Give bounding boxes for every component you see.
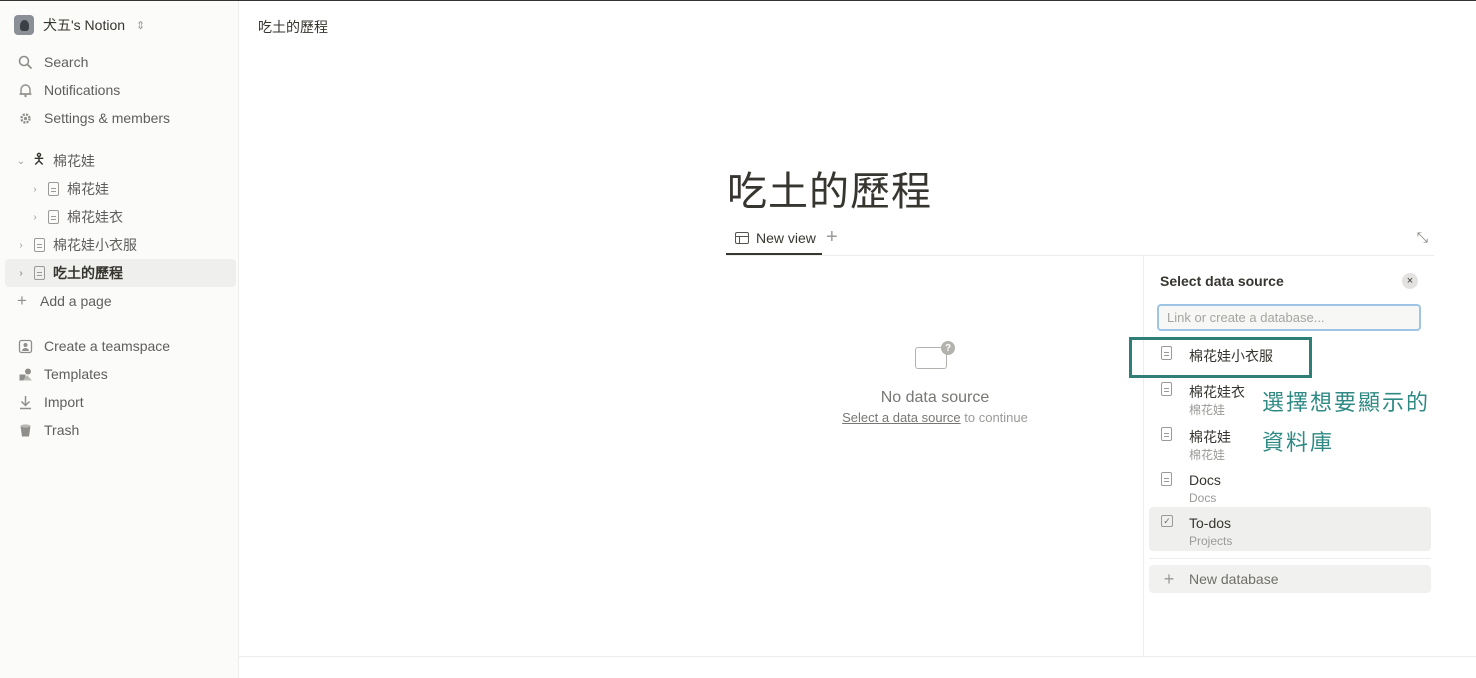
expand-icon[interactable]: ⤡ [1417, 229, 1428, 246]
annotation-line: 選擇想要顯示的 [1262, 390, 1431, 415]
page-icon [42, 178, 64, 200]
sidebar: 犬五's Notion ⇕ Search Notifications Setti… [0, 1, 239, 678]
docs-icon [1161, 472, 1172, 486]
database-option-parent: 棉花娃 [1189, 403, 1226, 417]
sidebar-item-label: Settings & members [44, 110, 171, 126]
search-icon [14, 51, 36, 73]
sidebar-item-label: 棉花娃 [67, 181, 109, 197]
add-page-label: Add a page [40, 293, 112, 309]
sidebar-item-label: 棉花娃衣 [67, 209, 123, 225]
close-icon[interactable]: × [1402, 273, 1418, 289]
sidebar-item-trash[interactable]: Trash [5, 416, 236, 444]
add-view-icon[interactable]: + [826, 226, 838, 249]
chevron-down-icon[interactable]: ⌄ [14, 156, 28, 167]
empty-state: ? No data source Select a data source to… [726, 341, 1144, 425]
bell-icon [14, 79, 36, 101]
sidebar-item-create-teamspace[interactable]: Create a teamspace [5, 332, 236, 360]
chevron-right-icon[interactable]: › [14, 240, 28, 251]
new-database-button[interactable]: + New database [1149, 565, 1431, 593]
tab-new-view[interactable]: New view [726, 223, 822, 255]
sidebar-item-label: 棉花娃小衣服 [53, 237, 137, 253]
database-option-parent: 棉花娃 [1189, 448, 1226, 462]
empty-title: No data source [880, 389, 990, 406]
database-option-parent: Docs [1189, 491, 1217, 505]
select-data-source-link[interactable]: Select a data source [842, 410, 961, 425]
page-icon [1161, 427, 1172, 441]
workspace-switcher[interactable]: 犬五's Notion ⇕ [14, 14, 145, 36]
plus-icon: + [1163, 568, 1175, 589]
annotation-line: 資料庫 [1262, 430, 1335, 455]
page-title[interactable]: 吃土的歷程 [727, 159, 932, 217]
divider [1149, 558, 1431, 559]
sidebar-item-import[interactable]: Import [5, 388, 236, 416]
sidebar-item-label: Trash [44, 422, 80, 438]
sidebar-item-search[interactable]: Search [5, 48, 236, 76]
database-option-name: 棉花娃衣 [1189, 384, 1245, 400]
page-icon [1161, 382, 1172, 396]
breadcrumb[interactable]: 吃土的歷程 [258, 17, 328, 37]
sidebar-page-row-active[interactable]: › 吃土的歷程 [5, 259, 236, 287]
database-option[interactable]: ✓ To-dos Projects [1149, 507, 1431, 551]
empty-hint: Select a data source to continue [726, 410, 1144, 425]
import-icon [14, 391, 36, 413]
checkbox-icon: ✓ [1161, 515, 1173, 527]
database-option-parent: Projects [1189, 534, 1233, 548]
sidebar-item-label: 棉花娃 [53, 153, 95, 169]
teamspace-icon [14, 335, 36, 357]
database-option-name: Docs [1189, 472, 1221, 488]
sidebar-item-settings[interactable]: Settings & members [5, 104, 236, 132]
sidebar-item-label: Create a teamspace [44, 338, 171, 354]
tab-label: New view [756, 230, 816, 246]
workspace-logo-icon [14, 15, 34, 35]
chevron-right-icon[interactable]: › [14, 268, 28, 279]
table-icon [735, 232, 749, 244]
workspace-name: 犬五's Notion [43, 17, 126, 33]
panel-title: Select data source [1160, 273, 1284, 289]
annotation-highlight-box [1129, 337, 1312, 378]
page-icon [28, 234, 50, 256]
plus-icon: + [17, 291, 27, 310]
chevron-right-icon[interactable]: › [28, 212, 42, 223]
sidebar-page-row[interactable]: › 棉花娃衣 [5, 203, 236, 231]
empty-hint-suffix: to continue [960, 410, 1028, 425]
templates-icon [14, 363, 36, 385]
sidebar-item-label: Templates [44, 366, 108, 382]
sidebar-page-row[interactable]: › 棉花娃小衣服 [5, 231, 236, 259]
sidebar-item-label: Search [44, 54, 89, 70]
divider [239, 656, 1476, 657]
sidebar-item-label: Notifications [44, 82, 121, 98]
sidebar-item-notifications[interactable]: Notifications [5, 76, 236, 104]
annotation-text: 選擇想要顯示的 資料庫 [1262, 383, 1430, 463]
database-option-name: 棉花娃 [1189, 429, 1231, 445]
new-database-label: New database [1189, 571, 1279, 587]
add-page-button[interactable]: + Add a page [5, 287, 236, 315]
sidebar-item-label: 吃土的歷程 [53, 265, 123, 281]
database-search-input[interactable] [1165, 309, 1419, 326]
trash-icon [14, 419, 36, 441]
page-icon [28, 262, 50, 284]
person-icon: 🯅 [32, 150, 46, 168]
chevron-right-icon[interactable]: › [28, 184, 42, 195]
database-option-name: To-dos [1189, 515, 1232, 531]
folder-question-icon: ? [915, 341, 955, 371]
sidebar-page-row[interactable]: ⌄ 🯅 棉花娃 [5, 147, 236, 175]
database-option[interactable]: Docs Docs [1149, 464, 1431, 508]
page-icon [42, 206, 64, 228]
database-search-field[interactable] [1157, 304, 1421, 331]
sidebar-item-label: Import [44, 394, 84, 410]
chevron-updown-icon: ⇕ [136, 19, 146, 32]
sidebar-item-templates[interactable]: Templates [5, 360, 236, 388]
gear-icon [14, 107, 36, 129]
sidebar-page-row[interactable]: › 棉花娃 [5, 175, 236, 203]
view-tabs: New view + ⤡ [726, 223, 1434, 256]
